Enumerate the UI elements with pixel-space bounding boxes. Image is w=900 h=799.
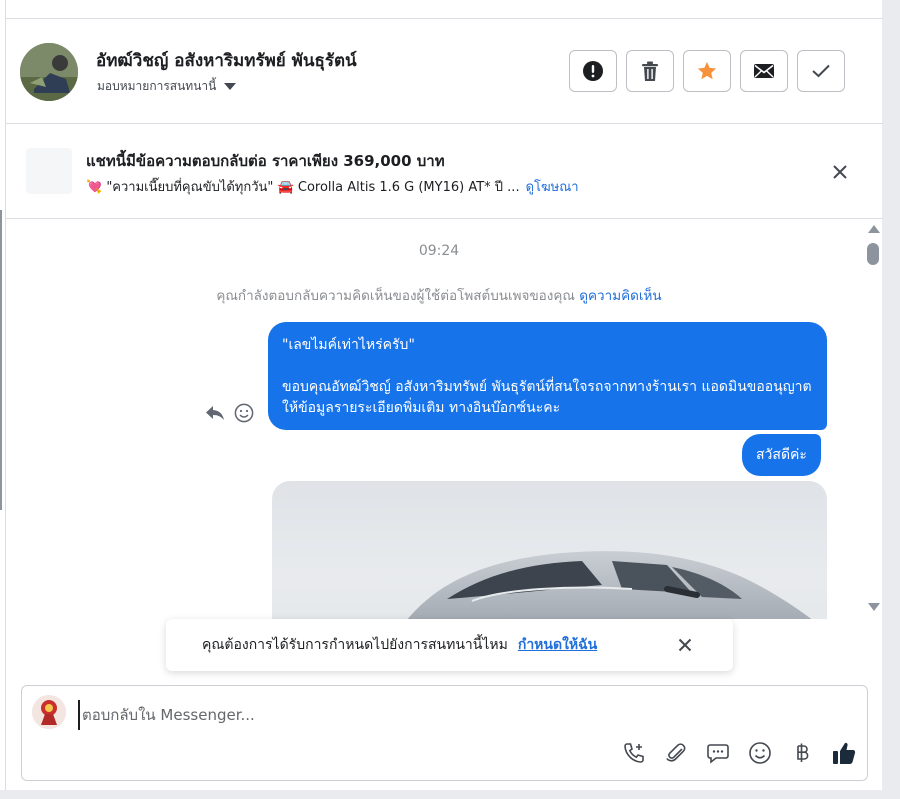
message-timestamp: 09:24: [418, 243, 460, 259]
attach-button[interactable]: [663, 740, 689, 766]
close-icon: [833, 165, 847, 179]
baht-icon: [797, 743, 809, 762]
emoji-button[interactable]: [747, 740, 773, 766]
like-button[interactable]: [831, 740, 857, 766]
emoji-react-icon[interactable]: [234, 403, 254, 423]
outgoing-message[interactable]: สวัสดีค่ะ: [742, 434, 821, 476]
view-comment-link[interactable]: ดูความคิดเห็น: [579, 288, 661, 304]
contact-avatar[interactable]: [20, 43, 78, 101]
comment-context: คุณกำลังตอบกลับความคิดเห็นของผู้ใช้ต่อโพ…: [6, 284, 872, 306]
reply-input[interactable]: [78, 700, 778, 730]
caret-down-icon: [224, 83, 237, 90]
assign-label: มอบหมายการสนทนานี้: [97, 79, 217, 93]
assign-dropdown[interactable]: มอบหมายการสนทนานี้: [97, 77, 237, 96]
thread-scrollbar[interactable]: [866, 225, 880, 617]
ad-subtitle: 💘 "ความเนี๊ยบที่คุณขับได้ทุกวัน" 🚘 Corol…: [86, 180, 520, 195]
pane-divider: [0, 210, 2, 510]
window-edge: [882, 0, 900, 799]
thumbs-up-icon: [833, 742, 856, 764]
attachment-icon: [666, 743, 686, 762]
saved-replies-icon: [707, 744, 729, 764]
scroll-up-arrow-icon[interactable]: [868, 225, 880, 233]
message-thread[interactable]: 09:24 คุณกำลังตอบกลับความคิดเห็นของผู้ใช…: [6, 219, 883, 619]
page-avatar: [32, 695, 66, 729]
ad-title: แชทนี้มีข้อความตอบกลับต่อ ราคาเพียง 369,…: [86, 152, 445, 170]
window-bottom-edge: [0, 790, 900, 799]
mark-done-button[interactable]: [797, 50, 845, 92]
car-photo-attachment[interactable]: [272, 481, 827, 619]
delete-button[interactable]: [626, 50, 674, 92]
scroll-down-arrow-icon[interactable]: [868, 603, 880, 611]
star-icon: [697, 61, 717, 80]
call-add-icon: [624, 743, 644, 763]
ad-reference-banner: แชทนี้มีข้อความตอบกลับต่อ ราคาเพียง 369,…: [6, 124, 883, 219]
mark-spam-button[interactable]: [569, 50, 617, 92]
close-banner-button[interactable]: [828, 160, 852, 184]
scroll-thumb[interactable]: [867, 243, 879, 265]
payment-button[interactable]: [789, 740, 815, 766]
star-button[interactable]: [683, 50, 731, 92]
ad-thumbnail[interactable]: [26, 148, 72, 194]
emoji-icon: [749, 742, 771, 764]
assign-prompt-toast: คุณต้องการได้รับการกำหนดไปยังการสนทนานี้…: [166, 619, 733, 671]
message-text: "เลขไมค์เท่าไหร่ครับ" ขอบคุณอัทฒ์วิชญ์ อ…: [282, 337, 812, 416]
context-text: คุณกำลังตอบกลับความคิดเห็นของผู้ใช้ต่อโพ…: [216, 288, 575, 304]
message-actions: [204, 403, 254, 423]
outgoing-message[interactable]: "เลขไมค์เท่าไหร่ครับ" ขอบคุณอัทฒ์วิชญ์ อ…: [268, 322, 827, 430]
conversation-header: อัทฒ์วิชญ์ อสังหาริมทรัพย์ พันธุรัตน์ มอ…: [6, 18, 883, 124]
contact-name: อัทฒ์วิชญ์ อสังหาริมทรัพย์ พันธุรัตน์: [96, 51, 357, 71]
mark-unread-button[interactable]: [740, 50, 788, 92]
mail-icon: [754, 64, 774, 78]
conversation-panel: อัทฒ์วิชญ์ อสังหาริมทรัพย์ พันธุรัตน์ มอ…: [5, 0, 883, 799]
saved-replies-button[interactable]: [705, 740, 731, 766]
trash-icon: [642, 61, 658, 81]
reply-icon[interactable]: [204, 404, 226, 422]
view-ad-link[interactable]: ดูโฆษณา: [526, 176, 579, 197]
reply-composer: [21, 685, 868, 781]
assign-to-me-link[interactable]: กำหนดให้ฉัน: [518, 634, 597, 656]
composer-toolbar: [621, 740, 857, 766]
call-button[interactable]: [621, 740, 647, 766]
alert-icon: [583, 61, 603, 81]
check-icon: [812, 64, 830, 78]
assign-prompt-text: คุณต้องการได้รับการกำหนดไปยังการสนทนานี้…: [202, 637, 508, 653]
close-icon: [678, 638, 692, 652]
ad-subtitle-row: 💘 "ความเนี๊ยบที่คุณขับได้ทุกวัน" 🚘 Corol…: [86, 176, 579, 197]
close-toast-button[interactable]: [674, 634, 696, 656]
